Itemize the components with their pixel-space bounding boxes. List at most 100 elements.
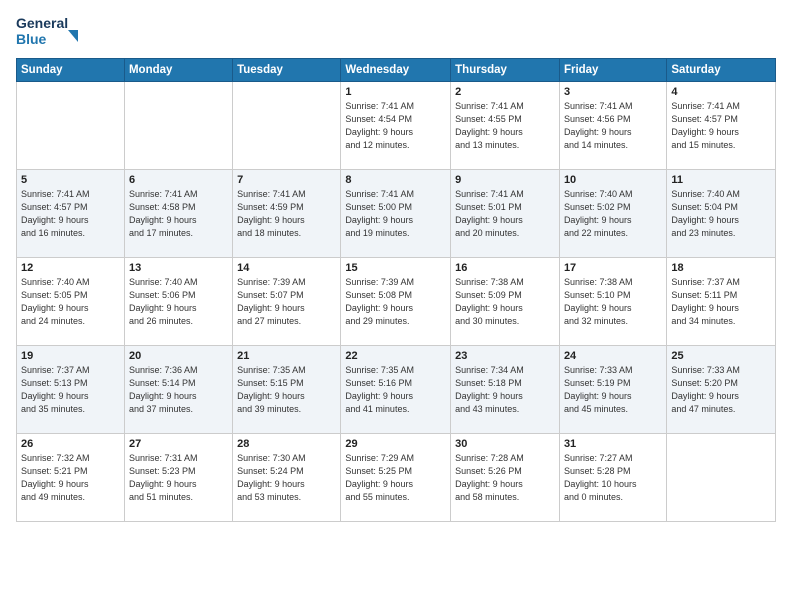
day-info: Sunrise: 7:33 AM Sunset: 5:20 PM Dayligh… xyxy=(671,364,771,416)
day-info: Sunrise: 7:30 AM Sunset: 5:24 PM Dayligh… xyxy=(237,452,336,504)
day-number: 11 xyxy=(671,174,771,186)
calendar-week-3: 12 Sunrise: 7:40 AM Sunset: 5:05 PM Dayli… xyxy=(17,258,776,346)
calendar-cell: 6 Sunrise: 7:41 AM Sunset: 4:58 PM Daylig… xyxy=(124,170,232,258)
day-number: 31 xyxy=(564,438,662,450)
calendar-week-5: 26 Sunrise: 7:32 AM Sunset: 5:21 PM Dayli… xyxy=(17,434,776,522)
day-info: Sunrise: 7:39 AM Sunset: 5:08 PM Dayligh… xyxy=(345,276,446,328)
logo: General Blue xyxy=(16,12,86,50)
day-number: 21 xyxy=(237,350,336,362)
calendar-cell: 30 Sunrise: 7:28 AM Sunset: 5:26 PM Dayli… xyxy=(451,434,560,522)
day-info: Sunrise: 7:40 AM Sunset: 5:04 PM Dayligh… xyxy=(671,188,771,240)
calendar-cell: 28 Sunrise: 7:30 AM Sunset: 5:24 PM Dayli… xyxy=(233,434,341,522)
calendar-cell: 13 Sunrise: 7:40 AM Sunset: 5:06 PM Dayli… xyxy=(124,258,232,346)
day-number: 26 xyxy=(21,438,120,450)
page: General Blue SundayMondayTuesdayWednesda… xyxy=(0,0,792,612)
day-info: Sunrise: 7:40 AM Sunset: 5:02 PM Dayligh… xyxy=(564,188,662,240)
calendar-header-friday: Friday xyxy=(559,59,666,82)
day-number: 16 xyxy=(455,262,555,274)
day-info: Sunrise: 7:37 AM Sunset: 5:11 PM Dayligh… xyxy=(671,276,771,328)
day-info: Sunrise: 7:41 AM Sunset: 4:55 PM Dayligh… xyxy=(455,100,555,152)
calendar-header-tuesday: Tuesday xyxy=(233,59,341,82)
calendar-cell: 1 Sunrise: 7:41 AM Sunset: 4:54 PM Daylig… xyxy=(341,82,451,170)
calendar-header-saturday: Saturday xyxy=(667,59,776,82)
day-info: Sunrise: 7:33 AM Sunset: 5:19 PM Dayligh… xyxy=(564,364,662,416)
day-info: Sunrise: 7:36 AM Sunset: 5:14 PM Dayligh… xyxy=(129,364,228,416)
day-number: 18 xyxy=(671,262,771,274)
day-number: 13 xyxy=(129,262,228,274)
calendar-week-1: 1 Sunrise: 7:41 AM Sunset: 4:54 PM Daylig… xyxy=(17,82,776,170)
calendar-cell: 22 Sunrise: 7:35 AM Sunset: 5:16 PM Dayli… xyxy=(341,346,451,434)
day-number: 6 xyxy=(129,174,228,186)
calendar-cell: 11 Sunrise: 7:40 AM Sunset: 5:04 PM Dayli… xyxy=(667,170,776,258)
calendar-cell: 27Sunrise: 7:31 AM Sunset: 5:23 PM Dayli… xyxy=(124,434,232,522)
day-number: 10 xyxy=(564,174,662,186)
calendar-cell: 31Sunrise: 7:27 AM Sunset: 5:28 PM Dayli… xyxy=(559,434,666,522)
day-number: 9 xyxy=(455,174,555,186)
day-info: Sunrise: 7:39 AM Sunset: 5:07 PM Dayligh… xyxy=(237,276,336,328)
day-info: Sunrise: 7:41 AM Sunset: 5:00 PM Dayligh… xyxy=(345,188,446,240)
day-number: 1 xyxy=(345,86,446,98)
calendar-header-monday: Monday xyxy=(124,59,232,82)
day-number: 2 xyxy=(455,86,555,98)
day-info: Sunrise: 7:41 AM Sunset: 4:57 PM Dayligh… xyxy=(671,100,771,152)
day-info: Sunrise: 7:41 AM Sunset: 4:54 PM Dayligh… xyxy=(345,100,446,152)
calendar-cell xyxy=(124,82,232,170)
day-number: 22 xyxy=(345,350,446,362)
calendar-cell: 19Sunrise: 7:37 AM Sunset: 5:13 PM Dayli… xyxy=(17,346,125,434)
day-number: 29 xyxy=(345,438,446,450)
calendar-header-wednesday: Wednesday xyxy=(341,59,451,82)
calendar-cell: 8 Sunrise: 7:41 AM Sunset: 5:00 PM Daylig… xyxy=(341,170,451,258)
calendar-cell: 24 Sunrise: 7:33 AM Sunset: 5:19 PM Dayli… xyxy=(559,346,666,434)
day-info: Sunrise: 7:41 AM Sunset: 4:56 PM Dayligh… xyxy=(564,100,662,152)
day-info: Sunrise: 7:34 AM Sunset: 5:18 PM Dayligh… xyxy=(455,364,555,416)
calendar-cell: 17Sunrise: 7:38 AM Sunset: 5:10 PM Dayli… xyxy=(559,258,666,346)
day-number: 20 xyxy=(129,350,228,362)
calendar-header-sunday: Sunday xyxy=(17,59,125,82)
calendar-cell: 3 Sunrise: 7:41 AM Sunset: 4:56 PM Daylig… xyxy=(559,82,666,170)
day-number: 23 xyxy=(455,350,555,362)
calendar-cell: 20 Sunrise: 7:36 AM Sunset: 5:14 PM Dayli… xyxy=(124,346,232,434)
calendar-cell: 21 Sunrise: 7:35 AM Sunset: 5:15 PM Dayli… xyxy=(233,346,341,434)
day-info: Sunrise: 7:41 AM Sunset: 5:01 PM Dayligh… xyxy=(455,188,555,240)
day-info: Sunrise: 7:40 AM Sunset: 5:05 PM Dayligh… xyxy=(21,276,120,328)
calendar-table: SundayMondayTuesdayWednesdayThursdayFrid… xyxy=(16,58,776,522)
header: General Blue xyxy=(16,12,776,50)
day-info: Sunrise: 7:41 AM Sunset: 4:57 PM Dayligh… xyxy=(21,188,120,240)
day-number: 24 xyxy=(564,350,662,362)
day-info: Sunrise: 7:32 AM Sunset: 5:21 PM Dayligh… xyxy=(21,452,120,504)
day-info: Sunrise: 7:40 AM Sunset: 5:06 PM Dayligh… xyxy=(129,276,228,328)
calendar-cell: 5 Sunrise: 7:41 AM Sunset: 4:57 PM Daylig… xyxy=(17,170,125,258)
day-number: 15 xyxy=(345,262,446,274)
calendar-cell xyxy=(17,82,125,170)
logo-svg: General Blue xyxy=(16,12,86,50)
day-number: 3 xyxy=(564,86,662,98)
calendar-cell: 18 Sunrise: 7:37 AM Sunset: 5:11 PM Dayli… xyxy=(667,258,776,346)
day-number: 7 xyxy=(237,174,336,186)
calendar-cell: 29Sunrise: 7:29 AM Sunset: 5:25 PM Dayli… xyxy=(341,434,451,522)
calendar-week-4: 19Sunrise: 7:37 AM Sunset: 5:13 PM Dayli… xyxy=(17,346,776,434)
calendar-cell: 2 Sunrise: 7:41 AM Sunset: 4:55 PM Daylig… xyxy=(451,82,560,170)
day-info: Sunrise: 7:35 AM Sunset: 5:16 PM Dayligh… xyxy=(345,364,446,416)
day-info: Sunrise: 7:28 AM Sunset: 5:26 PM Dayligh… xyxy=(455,452,555,504)
calendar-cell: 15 Sunrise: 7:39 AM Sunset: 5:08 PM Dayli… xyxy=(341,258,451,346)
calendar-cell: 26 Sunrise: 7:32 AM Sunset: 5:21 PM Dayli… xyxy=(17,434,125,522)
day-number: 12 xyxy=(21,262,120,274)
day-info: Sunrise: 7:41 AM Sunset: 4:58 PM Dayligh… xyxy=(129,188,228,240)
day-number: 14 xyxy=(237,262,336,274)
svg-text:General: General xyxy=(16,15,68,31)
day-number: 30 xyxy=(455,438,555,450)
calendar-cell: 7Sunrise: 7:41 AM Sunset: 4:59 PM Daylig… xyxy=(233,170,341,258)
calendar-cell: 14 Sunrise: 7:39 AM Sunset: 5:07 PM Dayli… xyxy=(233,258,341,346)
calendar-cell: 23 Sunrise: 7:34 AM Sunset: 5:18 PM Dayli… xyxy=(451,346,560,434)
day-number: 8 xyxy=(345,174,446,186)
day-info: Sunrise: 7:31 AM Sunset: 5:23 PM Dayligh… xyxy=(129,452,228,504)
calendar-header-thursday: Thursday xyxy=(451,59,560,82)
calendar-header-row: SundayMondayTuesdayWednesdayThursdayFrid… xyxy=(17,59,776,82)
day-number: 5 xyxy=(21,174,120,186)
day-number: 28 xyxy=(237,438,336,450)
day-number: 25 xyxy=(671,350,771,362)
calendar-week-2: 5 Sunrise: 7:41 AM Sunset: 4:57 PM Daylig… xyxy=(17,170,776,258)
day-info: Sunrise: 7:35 AM Sunset: 5:15 PM Dayligh… xyxy=(237,364,336,416)
calendar-cell: 12 Sunrise: 7:40 AM Sunset: 5:05 PM Dayli… xyxy=(17,258,125,346)
day-number: 19 xyxy=(21,350,120,362)
